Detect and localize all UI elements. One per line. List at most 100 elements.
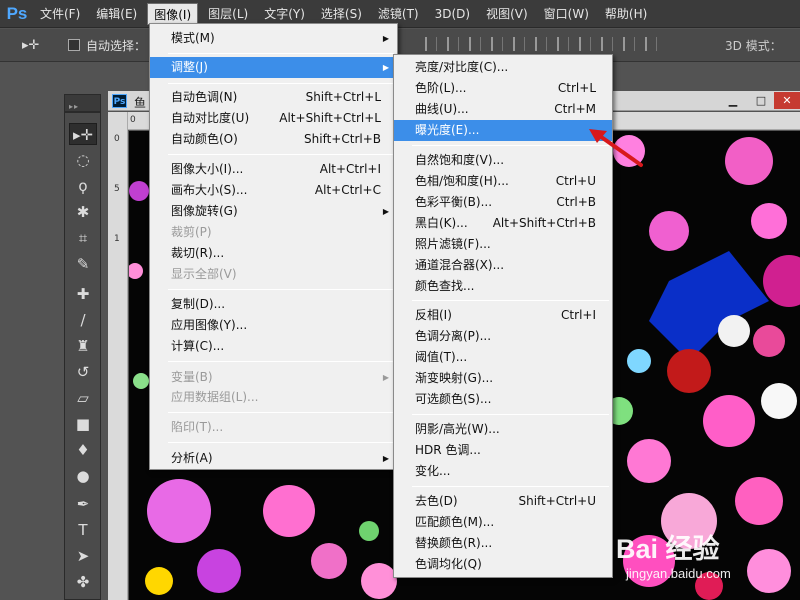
marquee-tool-icon[interactable]: ◌ [69,149,97,171]
image-menu-calculations[interactable]: 计算(C)... [150,336,397,357]
auto-select-label: 自动选择： [86,39,147,53]
align-icon[interactable] [447,37,459,51]
pen-tool-icon[interactable]: ✒ [69,493,97,515]
adjust-variations[interactable]: 变化... [394,461,612,482]
align-icon[interactable] [535,37,547,51]
lasso-tool-icon[interactable]: ϙ [69,175,97,197]
menu-filter[interactable]: 滤镜(T) [372,3,425,25]
align-distribute-icons[interactable] [425,37,725,53]
adjust-vibrance[interactable]: 自然饱和度(V)... [394,150,612,171]
ruler-label: 0 [130,115,136,125]
image-menu-adjustments[interactable]: 调整(J) ▶ [150,57,397,78]
image-menu-variables: 变量(B) ▶ [150,367,397,388]
maximize-icon[interactable]: □ [748,92,774,109]
annotation-arrow-icon [589,129,643,167]
eraser-tool-icon[interactable]: ▱ [69,387,97,409]
crop-tool-icon[interactable]: ⌗ [69,227,97,249]
auto-select-checkbox[interactable] [68,39,80,51]
adjust-brightness-contrast[interactable]: 亮度/对比度(C)... [394,57,612,78]
adjust-match-color[interactable]: 匹配颜色(M)... [394,512,612,533]
image-menu: 模式(M) ▶ 调整(J) ▶ 自动色调(N) Shift+Ctrl+L 自动对比度(… [149,23,398,470]
image-menu-trim[interactable]: 裁切(R)... [150,243,397,264]
blur-tool-icon[interactable]: ♦ [69,439,97,461]
menu-edit[interactable]: 编辑(E) [90,3,143,25]
align-icon[interactable] [491,37,503,51]
magic-wand-tool-icon[interactable]: ✱ [69,201,97,223]
align-icon[interactable] [513,37,525,51]
adjust-exposure[interactable]: 曝光度(E)... [394,120,612,141]
align-icon[interactable] [623,37,635,51]
tools-panel-header[interactable]: ▸▸ [64,94,101,112]
align-icon[interactable] [579,37,591,51]
align-icon[interactable] [425,37,437,51]
adjust-curves[interactable]: 曲线(U)... Ctrl+M [394,99,612,120]
adjust-gradient-map[interactable]: 渐变映射(G)... [394,368,612,389]
adjust-channel-mixer[interactable]: 通道混合器(X)... [394,255,612,276]
menu-help[interactable]: 帮助(H) [599,3,653,25]
adjust-selective-color[interactable]: 可选颜色(S)... [394,389,612,410]
submenu-arrow-icon: ▶ [382,454,389,463]
vertical-ruler[interactable]: 0 5 1 [108,112,128,600]
tools-panel: ▸✛ ◌ ϙ ✱ ⌗ ✎ ✚ / ♜ ↺ ▱ ■ ♦ ● ✒ T ➤ ✤ [64,112,101,600]
dodge-tool-icon[interactable]: ● [69,465,97,487]
minimize-icon[interactable]: ▁ [720,92,746,109]
photoshop-logo: Ps [6,3,28,23]
adjust-levels[interactable]: 色阶(L)... Ctrl+L [394,78,612,99]
adjust-threshold[interactable]: 阈值(T)... [394,347,612,368]
adjust-equalize[interactable]: 色调均化(Q) [394,554,612,575]
image-menu-analysis[interactable]: 分析(A) ▶ [150,448,397,469]
image-menu-duplicate[interactable]: 复制(D)... [150,294,397,315]
menu-select[interactable]: 选择(S) [315,3,368,25]
adjust-hdr-toning[interactable]: HDR 色调... [394,440,612,461]
adjust-posterize[interactable]: 色调分离(P)... [394,326,612,347]
align-icon[interactable] [601,37,613,51]
image-menu-apply-data-set: 应用数据组(L)... [171,390,259,404]
menu-file[interactable]: 文件(F) [34,3,86,25]
align-icon[interactable] [469,37,481,51]
adjust-desaturate[interactable]: 去色(D) Shift+Ctrl+U [394,491,612,512]
align-icon[interactable] [645,37,657,51]
align-icon[interactable] [557,37,569,51]
adjust-photo-filter[interactable]: 照片滤镜(F)... [394,234,612,255]
submenu-arrow-icon: ▶ [382,207,389,216]
adjust-hue-saturation[interactable]: 色相/饱和度(H)... Ctrl+U [394,171,612,192]
menu-window[interactable]: 窗口(W) [538,3,595,25]
healing-brush-tool-icon[interactable]: ✚ [69,283,97,305]
menu-image[interactable]: 图像(I) [147,2,199,25]
image-menu-auto-contrast[interactable]: 自动对比度(U) Alt+Shift+Ctrl+L [150,108,397,129]
image-menu-image-size[interactable]: 图像大小(I)... Alt+Ctrl+I [150,159,397,180]
move-tool-preset-icon[interactable]: ▸✛ [22,38,39,53]
adjust-invert[interactable]: 反相(I) Ctrl+I [394,305,612,326]
history-brush-tool-icon[interactable]: ↺ [69,361,97,383]
adjustments-submenu: 亮度/对比度(C)... 色阶(L)... Ctrl+L 曲线(U)... Ctrl… [393,54,613,578]
image-menu-image-rotation[interactable]: 图像旋转(G) ▶ [150,201,397,222]
menu-layer[interactable]: 图层(L) [202,3,254,25]
adjust-shadows-highlights[interactable]: 阴影/高光(W)... [394,419,612,440]
image-menu-canvas-size[interactable]: 画布大小(S)... Alt+Ctrl+C [150,180,397,201]
path-selection-tool-icon[interactable]: ➤ [69,545,97,567]
gradient-tool-icon[interactable]: ■ [69,413,97,435]
ruler-label: 0 [114,134,120,144]
image-menu-auto-color[interactable]: 自动颜色(O) Shift+Ctrl+B [150,129,397,150]
brush-tool-icon[interactable]: / [69,309,97,331]
adjust-color-balance[interactable]: 色彩平衡(B)... Ctrl+B [394,192,612,213]
custom-shape-tool-icon[interactable]: ✤ [69,571,97,593]
close-icon[interactable]: ✕ [774,92,800,109]
image-menu-mode[interactable]: 模式(M) ▶ [150,28,397,49]
adjust-replace-color[interactable]: 替换颜色(R)... [394,533,612,554]
adjust-color-lookup[interactable]: 颜色查找... [394,276,612,297]
document-title: 鱼 [134,96,147,110]
menu-3d[interactable]: 3D(D) [429,3,476,25]
eyedropper-tool-icon[interactable]: ✎ [69,253,97,275]
ps-document-icon: Ps [112,94,127,108]
type-tool-icon[interactable]: T [69,519,97,541]
menu-type[interactable]: 文字(Y) [258,3,311,25]
grip-icon: ▸▸ [69,102,80,111]
image-menu-apply-image[interactable]: 应用图像(Y)... [150,315,397,336]
ruler-label: 1 [114,234,120,244]
adjust-black-white[interactable]: 黑白(K)... Alt+Shift+Ctrl+B [394,213,612,234]
image-menu-auto-tone[interactable]: 自动色调(N) Shift+Ctrl+L [150,87,397,108]
menu-view[interactable]: 视图(V) [480,3,534,25]
move-tool-icon[interactable]: ▸✛ [69,123,97,145]
clone-stamp-tool-icon[interactable]: ♜ [69,335,97,357]
